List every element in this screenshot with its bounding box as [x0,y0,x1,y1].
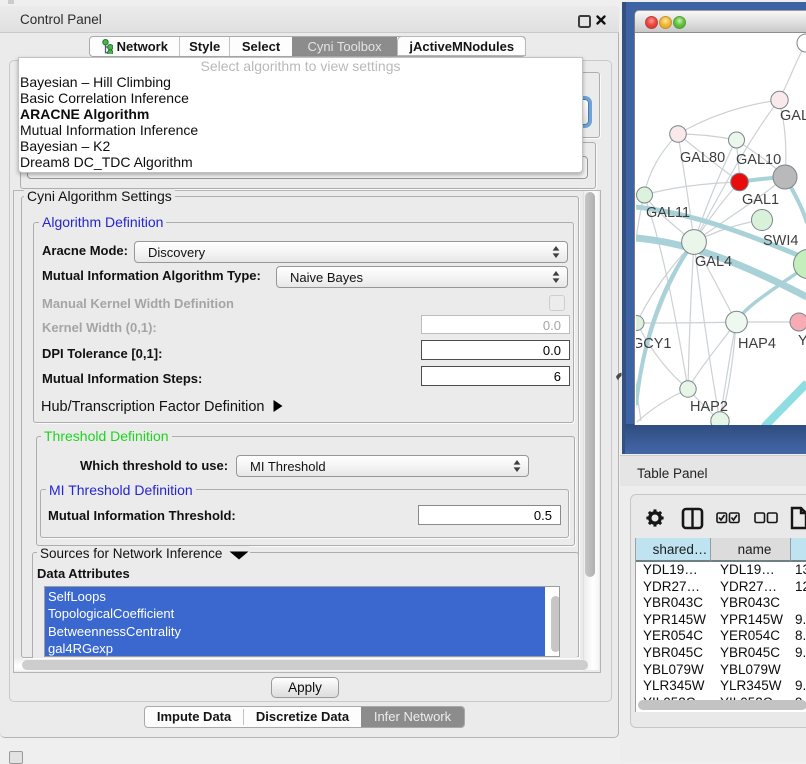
svg-text:GAL4: GAL4 [695,254,732,270]
svg-text:GAL11: GAL11 [646,205,690,221]
svg-text:HAP4: HAP4 [738,336,776,352]
svg-text:GAL80: GAL80 [680,150,725,166]
svg-text:GCY1: GCY1 [636,336,672,352]
svg-text:SWI4: SWI4 [763,233,798,249]
svg-text:GAL10: GAL10 [736,152,781,168]
svg-text:YM: YM [798,333,806,349]
svg-text:GAL1: GAL1 [742,192,779,208]
svg-text:GAL7: GAL7 [780,108,806,124]
svg-text:HAP2: HAP2 [690,399,728,415]
